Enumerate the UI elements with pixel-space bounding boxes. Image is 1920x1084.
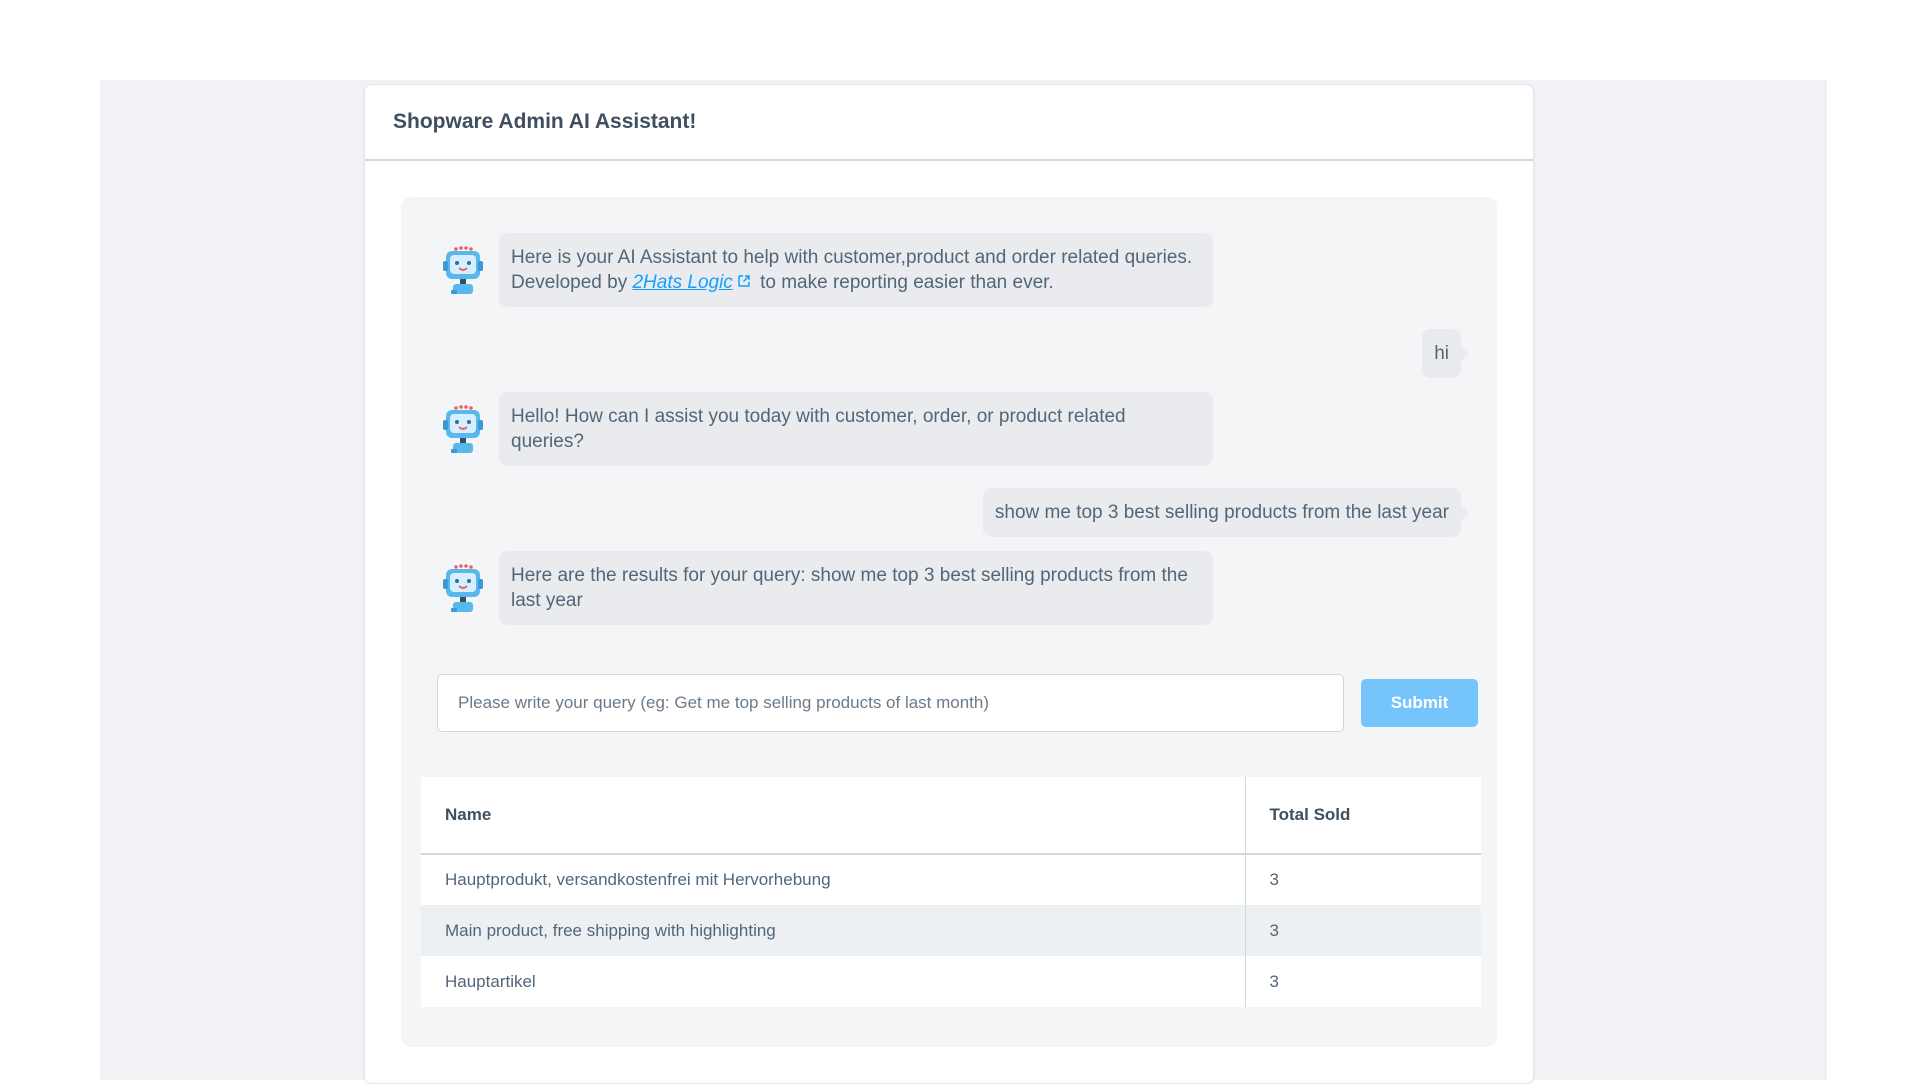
query-form: Submit: [437, 673, 1481, 733]
table-row: Main product, free shipping with highlig…: [421, 905, 1481, 956]
submit-button[interactable]: Submit: [1361, 679, 1478, 727]
column-header-total-sold[interactable]: Total Sold: [1245, 777, 1481, 855]
bot-message: Here are the results for your query: sho…: [437, 551, 1213, 625]
cell-total-sold: 3: [1269, 870, 1279, 889]
robot-icon: [437, 562, 489, 614]
bot-message-bubble: Here is your AI Assistant to help with c…: [499, 233, 1213, 308]
cell-name: Hauptprodukt, versandkostenfrei mit Herv…: [421, 854, 1246, 905]
card-header: Shopware Admin AI Assistant!: [365, 85, 1533, 161]
page-title: Shopware Admin AI Assistant!: [393, 110, 697, 133]
user-message-bubble: show me top 3 best selling products from…: [982, 488, 1470, 537]
results-table: Name Total Sold Hauptprodukt, versandkos…: [421, 777, 1481, 1007]
cell-total-sold: 3: [1245, 905, 1481, 956]
robot-icon: [437, 403, 489, 455]
external-link-icon: [737, 270, 751, 295]
bot-message-bubble: Here are the results for your query: sho…: [499, 551, 1213, 625]
table-row: Hauptartikel 3: [421, 956, 1481, 1007]
table-row: Hauptprodukt, versandkostenfrei mit Herv…: [421, 854, 1481, 905]
bot-message-bubble: Hello! How can I assist you today with c…: [499, 392, 1213, 466]
user-message-bubble: hi: [1422, 329, 1469, 378]
user-message: hi: [1422, 329, 1469, 378]
query-input[interactable]: [437, 674, 1344, 732]
cell-name: Main product, free shipping with highlig…: [421, 905, 1246, 956]
column-header-name[interactable]: Name: [421, 777, 1246, 855]
assistant-card: Shopware Admin AI Assistant! Here is you…: [364, 84, 1534, 1084]
table-header-row: Name Total Sold: [421, 777, 1481, 855]
cell-name: Hauptartikel: [421, 956, 1246, 1007]
cell-total-sold: 3: [1269, 971, 1279, 991]
bot-message: Here is your AI Assistant to help with c…: [437, 233, 1213, 308]
robot-icon: [437, 244, 489, 296]
2hats-logic-link[interactable]: 2Hats Logic: [632, 272, 732, 293]
user-message: show me top 3 best selling products from…: [982, 488, 1470, 537]
bot-message: Hello! How can I assist you today with c…: [437, 392, 1213, 466]
intro-text-after: to make reporting easier than ever.: [754, 272, 1054, 293]
chat-area: Here is your AI Assistant to help with c…: [401, 197, 1497, 1047]
